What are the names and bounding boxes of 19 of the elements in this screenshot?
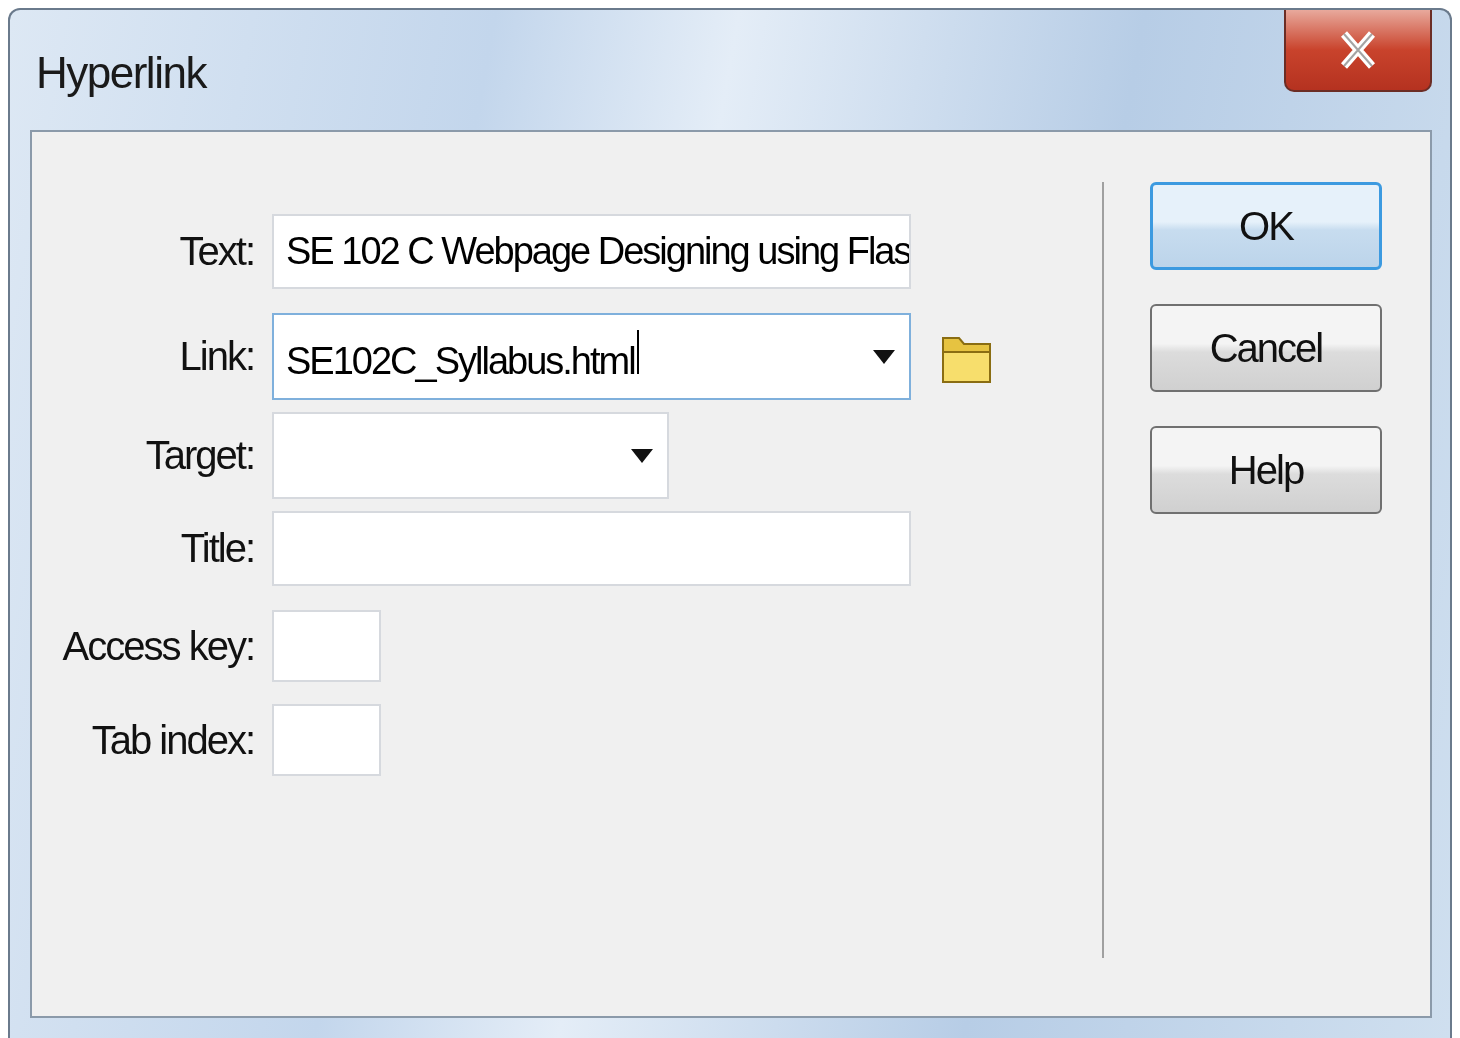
close-icon bbox=[1340, 31, 1376, 69]
dropdown-arrow-icon[interactable] bbox=[631, 448, 653, 463]
field-label: Target: bbox=[144, 433, 255, 478]
close-button[interactable] bbox=[1284, 10, 1432, 92]
field-label: Text: bbox=[178, 229, 255, 274]
input-field[interactable]: SE 102 C Webpage Designing using Flas bbox=[272, 214, 911, 289]
input-field[interactable] bbox=[272, 610, 381, 682]
window-title: Hyperlink bbox=[36, 48, 206, 98]
field-label: Title: bbox=[179, 526, 255, 571]
field-label: Access key: bbox=[61, 623, 255, 669]
dialog-button[interactable]: OK bbox=[1150, 182, 1382, 270]
field-label: Link: bbox=[178, 334, 255, 379]
field-label: Tab index: bbox=[90, 717, 255, 763]
input-field[interactable] bbox=[272, 704, 381, 776]
dialog-button[interactable]: Help bbox=[1150, 426, 1382, 514]
dropdown-arrow-icon[interactable] bbox=[873, 349, 895, 364]
input-field[interactable] bbox=[272, 511, 911, 586]
dialog-button[interactable]: Cancel bbox=[1150, 304, 1382, 392]
combo-box[interactable]: SE102C_Syllabus.html bbox=[272, 313, 911, 400]
